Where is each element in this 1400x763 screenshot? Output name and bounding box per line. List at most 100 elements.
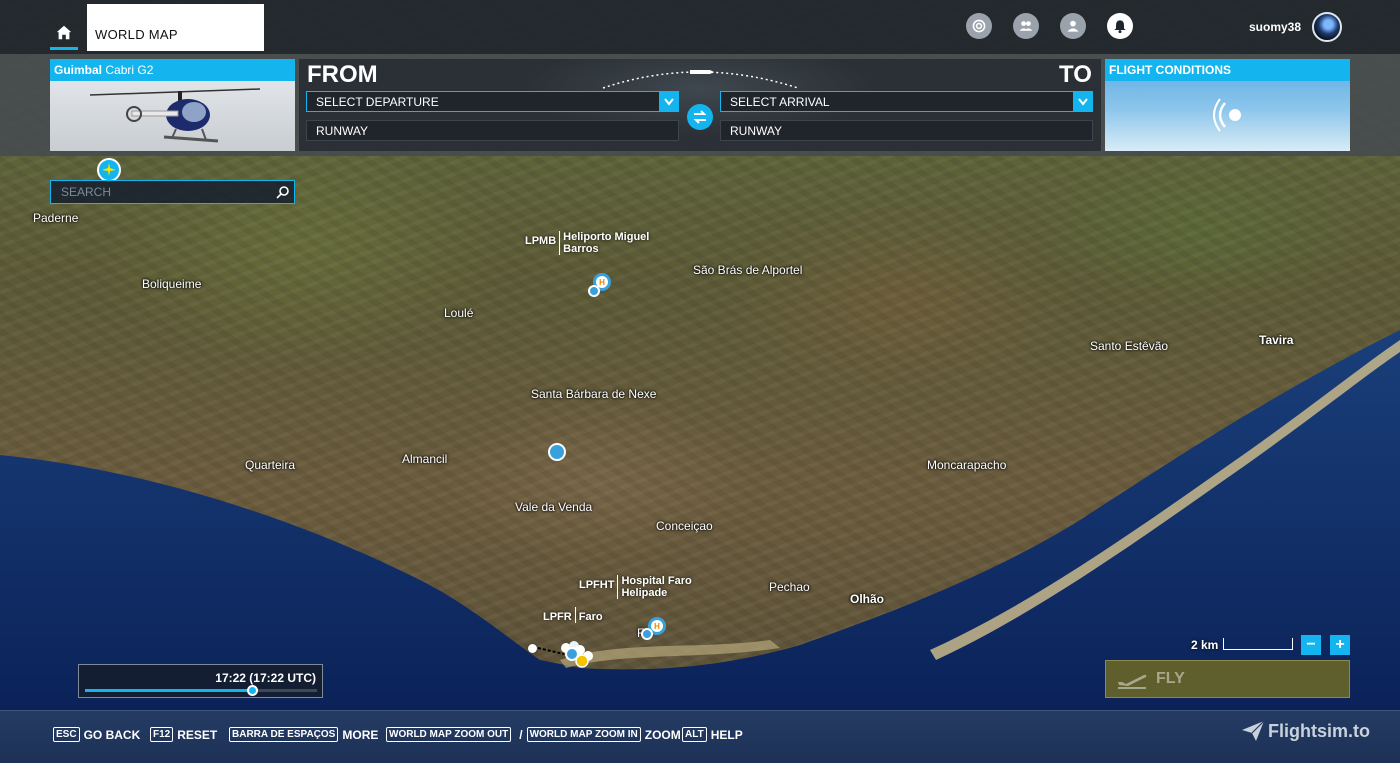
home-icon	[56, 25, 72, 39]
aircraft-selection-card[interactable]: Guimbal Cabri G2	[50, 59, 295, 151]
departure-select-label: SELECT DEPARTURE	[316, 95, 439, 109]
activity-icon	[972, 19, 986, 33]
key-badge: BARRA DE ESPAÇOS	[229, 727, 339, 742]
airport-cluster-icon[interactable]	[536, 640, 596, 672]
time-slider-handle[interactable]	[247, 685, 259, 696]
chevron-down-icon	[659, 92, 678, 111]
airport-name: Hospital Faro	[621, 575, 692, 587]
airport-label-lpfr[interactable]: LPFR Faro	[543, 607, 603, 623]
arrival-runway-field[interactable]: RUNWAY	[720, 120, 1093, 141]
town-label: Paderne	[33, 211, 79, 225]
time-slider-track[interactable]	[85, 685, 317, 696]
swap-route-button[interactable]	[687, 104, 713, 130]
airport-label-lpfht[interactable]: LPFHT Hospital Faro Helipade	[579, 575, 692, 599]
time-slider-fill	[85, 689, 253, 692]
friends-button[interactable]	[1013, 13, 1039, 39]
profile-button[interactable]	[1060, 13, 1086, 39]
town-label: Almancil	[402, 452, 448, 466]
poi-pin[interactable]	[548, 443, 566, 461]
avatar[interactable]	[1312, 12, 1342, 42]
notifications-button[interactable]	[1107, 13, 1133, 39]
arrival-select[interactable]: SELECT ARRIVAL	[720, 91, 1093, 112]
aircraft-name: Guimbal Cabri G2	[50, 59, 295, 81]
key-badge: WORLD MAP ZOOM OUT	[386, 727, 512, 742]
town-label: Olhão	[850, 592, 885, 606]
fly-button[interactable]: FLY	[1105, 660, 1350, 698]
airport-label-lpmb[interactable]: LPMB Heliporto Miguel Barros	[525, 231, 649, 255]
search-icon[interactable]	[276, 185, 290, 199]
swap-icon	[693, 110, 707, 124]
weather-live-icon	[1213, 98, 1241, 132]
hint-zoom[interactable]: WORLD MAP ZOOM OUT / WORLD MAP ZOOM IN Z…	[386, 727, 681, 742]
zoom-in-button[interactable]: +	[1330, 635, 1350, 655]
airport-name: Faro	[574, 607, 603, 623]
town-label: São Brás de Alportel	[693, 263, 803, 277]
paper-plane-icon	[1242, 720, 1265, 741]
town-label: Moncarapacho	[927, 458, 1007, 472]
aircraft-brand: Guimbal	[54, 63, 103, 77]
friends-icon	[1019, 21, 1033, 31]
town-label: Tavira	[1259, 333, 1294, 347]
search-box[interactable]	[50, 180, 295, 204]
airport-code: LPFHT	[579, 579, 615, 591]
helicopter-image	[90, 88, 260, 143]
bell-icon	[1114, 20, 1126, 34]
airport-name: Barros	[563, 243, 599, 255]
town-label: Santa Bárbara de Nexe	[531, 387, 657, 401]
town-label: Santo Estêvão	[1090, 339, 1169, 353]
key-badge: ALT	[682, 727, 707, 742]
hint-more[interactable]: BARRA DE ESPAÇOS MORE	[229, 727, 378, 742]
airport-code: LPFR	[543, 611, 572, 623]
aircraft-model: Cabri G2	[105, 63, 154, 77]
town-label: Conceiçao	[656, 519, 713, 533]
time-label: 17:22 (17:22 UTC)	[215, 671, 316, 685]
flight-conditions-title: FLIGHT CONDITIONS	[1105, 59, 1350, 81]
hint-reset[interactable]: F12 RESET	[150, 727, 217, 742]
zoom-out-button[interactable]: −	[1301, 635, 1321, 655]
town-label: Boliqueime	[142, 277, 202, 291]
map-scale-label: 2 km	[1191, 638, 1219, 652]
flightsim-to-watermark: Flightsim.to	[1241, 720, 1370, 742]
hint-label: MORE	[342, 727, 379, 742]
departure-select[interactable]: SELECT DEPARTURE	[306, 91, 679, 112]
departure-runway-field[interactable]: RUNWAY	[306, 120, 679, 141]
hint-label: RESET	[177, 727, 218, 742]
town-label: Pechao	[769, 580, 810, 594]
chevron-down-icon	[1073, 92, 1092, 111]
arrival-select-label: SELECT ARRIVAL	[730, 95, 830, 109]
tab-world-map[interactable]: WORLD MAP	[87, 4, 264, 51]
airport-code: LPMB	[525, 235, 557, 247]
hint-label: ZOOM	[644, 727, 681, 742]
hint-separator: /	[519, 727, 523, 742]
airplane-icon	[102, 163, 116, 176]
town-label: Vale da Venda	[515, 500, 593, 514]
key-badge: WORLD MAP ZOOM IN	[526, 727, 641, 742]
airport-name: Heliporto Miguel	[563, 231, 650, 243]
brand-label: Flightsim.to	[1268, 720, 1370, 741]
route-arc-icon	[602, 70, 799, 89]
town-label: Loulé	[444, 306, 474, 320]
key-badge: F12	[150, 727, 174, 742]
key-badge: ESC	[53, 727, 80, 742]
airport-name: Helipade	[621, 587, 668, 599]
search-input[interactable]	[61, 185, 261, 199]
time-of-day-control[interactable]: 17:22 (17:22 UTC)	[78, 664, 323, 698]
aircraft-position-marker[interactable]	[97, 158, 121, 182]
hint-help[interactable]: ALT HELP	[682, 727, 743, 742]
from-title: FROM	[307, 61, 378, 88]
airport-pin[interactable]	[588, 285, 600, 297]
flight-conditions-card[interactable]: FLIGHT CONDITIONS	[1105, 59, 1350, 151]
fly-label: FLY	[1156, 670, 1185, 687]
airport-pin[interactable]	[641, 628, 653, 640]
map-scale-bar	[1223, 638, 1293, 650]
hint-label: GO BACK	[83, 727, 141, 742]
town-label: Quarteira	[245, 458, 296, 472]
hint-label: HELP	[710, 727, 743, 742]
home-button[interactable]	[50, 18, 78, 50]
username[interactable]: suomy38	[1249, 20, 1301, 34]
profile-icon	[1067, 20, 1079, 32]
activity-button[interactable]	[966, 13, 992, 39]
hint-go-back[interactable]: ESC GO BACK	[53, 727, 140, 742]
takeoff-icon	[1118, 674, 1147, 689]
to-title: TO	[1059, 61, 1092, 88]
